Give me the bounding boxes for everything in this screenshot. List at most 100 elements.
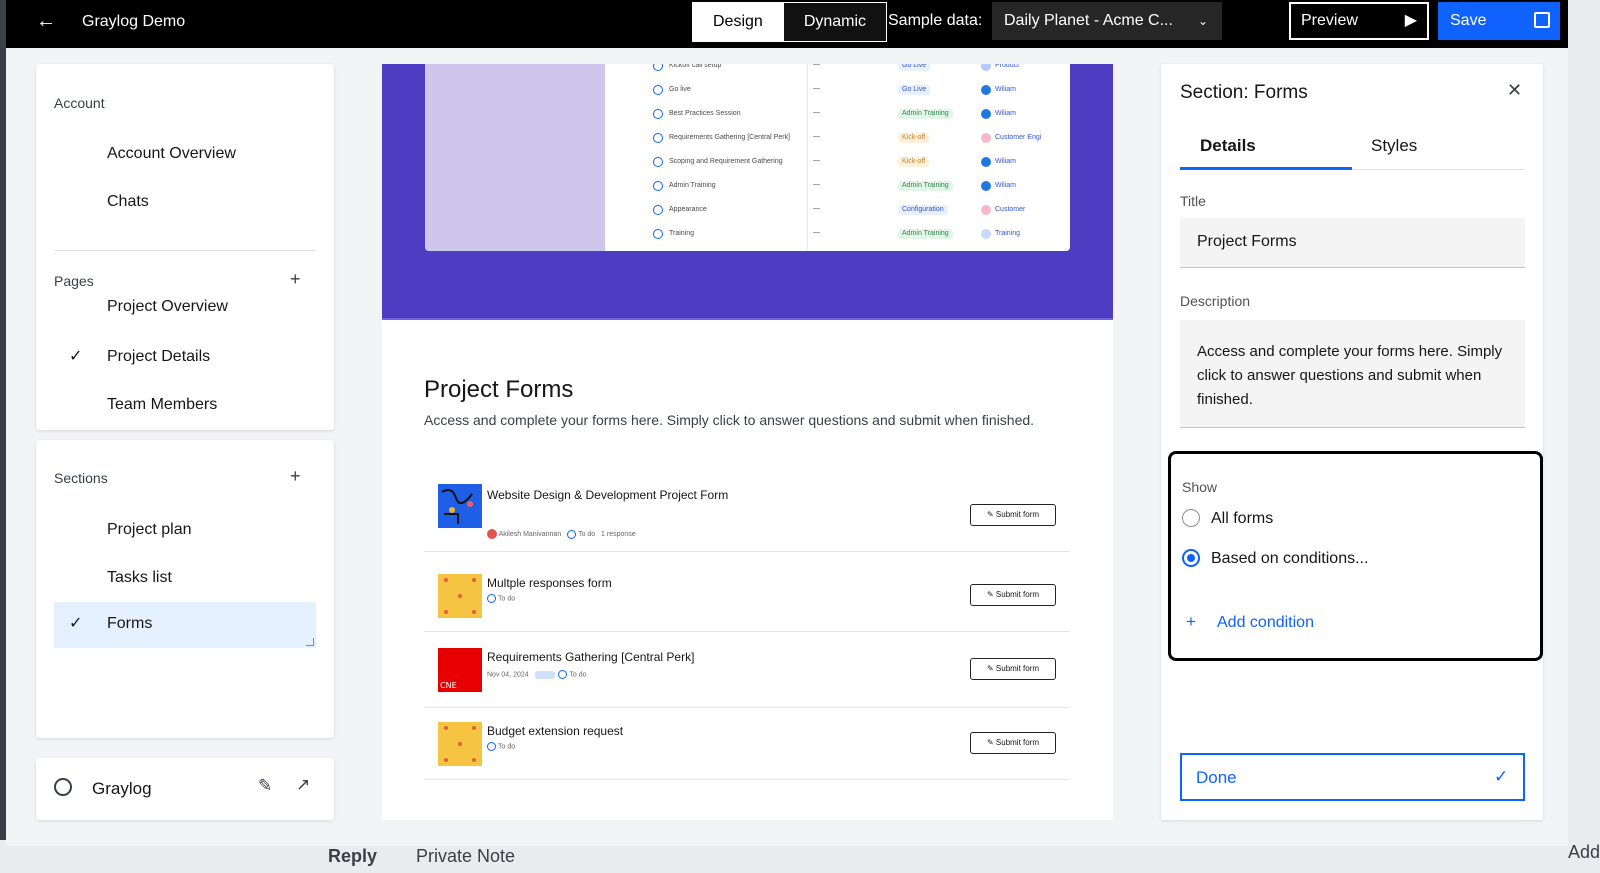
radio-all-forms[interactable] bbox=[1182, 509, 1200, 527]
navigation-panel: Account Account Overview Chats Pages + P… bbox=[36, 64, 334, 430]
form-item: Budget extension request To do ✎ Submit … bbox=[424, 708, 1070, 780]
mini-table-row: Go live — Go Live Wiliam bbox=[653, 85, 1053, 99]
checkmark-icon: ✓ bbox=[1494, 767, 1509, 786]
background-right-strip: Add bbox=[1568, 0, 1600, 873]
form-status: To do bbox=[578, 530, 596, 538]
submit-form-button[interactable]: ✎ Submit form bbox=[970, 584, 1056, 606]
mini-table-row: Best Practices Session — Admin Training Wil… bbox=[653, 109, 1053, 123]
task-tag: Configuration bbox=[898, 205, 948, 215]
forms-section-description: Access and complete your forms here. Sim… bbox=[424, 412, 1035, 428]
status-circle-icon bbox=[558, 670, 568, 679]
pencil-icon[interactable]: ✎ bbox=[258, 776, 272, 796]
form-responses: 1 response bbox=[601, 530, 636, 538]
status-circle-icon bbox=[653, 157, 663, 167]
done-button[interactable]: Done ✓ bbox=[1180, 753, 1525, 801]
workspace-name: Graylog bbox=[92, 779, 152, 798]
description-textarea-value: Access and complete your forms here. Sim… bbox=[1197, 343, 1503, 408]
avatar bbox=[487, 529, 497, 539]
nav-item-forms[interactable]: ✓ Forms bbox=[54, 602, 316, 648]
task-tag: Go Live bbox=[898, 64, 931, 71]
form-meta: To do bbox=[487, 594, 515, 603]
form-meta: Akilesh Manivannan To do 1 response bbox=[487, 529, 636, 539]
page-canvas: Kickoff call setup — Go Live Product Go live… bbox=[382, 64, 1113, 820]
form-meta: To do bbox=[487, 742, 515, 751]
add-page-plus-icon[interactable]: + bbox=[290, 269, 301, 290]
description-textarea[interactable]: Access and complete your forms here. Sim… bbox=[1180, 320, 1525, 428]
task-assignee: Wiliam bbox=[995, 110, 1016, 117]
nav-item-account-overview[interactable]: Account Overview bbox=[54, 132, 316, 178]
task-name: Requirements Gathering [Central Perk] bbox=[669, 134, 790, 141]
task-assignee: Training bbox=[995, 230, 1021, 237]
resize-grip-icon[interactable] bbox=[306, 638, 314, 646]
form-name: Budget extension request bbox=[487, 724, 624, 738]
form-date: Nov 04, 2024 bbox=[487, 671, 529, 679]
hero-section: Kickoff call setup — Go Live Product Go live… bbox=[382, 64, 1113, 320]
nav-item-team-members[interactable]: Team Members bbox=[54, 383, 316, 429]
arrow-left-icon[interactable]: ← bbox=[36, 10, 56, 33]
save-button[interactable]: Save bbox=[1438, 2, 1560, 40]
avatar bbox=[981, 157, 991, 167]
form-status: To do bbox=[498, 743, 516, 751]
status-circle-icon bbox=[653, 85, 663, 95]
task-tag: Admin Training bbox=[898, 109, 953, 119]
form-item: Website Design & Development Project For… bbox=[424, 472, 1070, 552]
builder-app: ← Graylog Demo Design Dynamic Sample dat… bbox=[6, 0, 1568, 846]
tab-styles[interactable]: Styles bbox=[1371, 136, 1417, 156]
submit-form-label: Submit form bbox=[995, 510, 1040, 519]
add-condition-button[interactable]: Add condition bbox=[1217, 614, 1314, 632]
form-name: Requirements Gathering [Central Perk] bbox=[487, 650, 695, 664]
radio-based-on-conditions-label[interactable]: Based on conditions... bbox=[1211, 550, 1368, 568]
arrow-up-right-icon[interactable]: ↗ bbox=[296, 775, 310, 795]
mini-table-row: Appearance — Configuration Customer bbox=[653, 205, 1053, 219]
checkmark-icon: ✓ bbox=[69, 615, 83, 632]
plus-icon: + bbox=[1186, 612, 1196, 631]
task-assignee: Wiliam bbox=[995, 158, 1016, 165]
empty-cell: — bbox=[813, 133, 820, 140]
submit-form-button[interactable]: ✎ Submit form bbox=[970, 504, 1056, 526]
title-input[interactable]: Project Forms bbox=[1180, 218, 1525, 268]
nav-item-tasks-list[interactable]: Tasks list bbox=[54, 556, 316, 602]
submit-form-label: Submit form bbox=[995, 664, 1040, 673]
empty-cell: — bbox=[813, 64, 820, 68]
close-icon[interactable]: ✕ bbox=[1507, 80, 1522, 101]
private-note-tab[interactable]: Private Note bbox=[416, 846, 515, 867]
status-circle-icon bbox=[653, 109, 663, 119]
dynamic-mode-button[interactable]: Dynamic bbox=[782, 3, 887, 41]
task-assignee: Wiliam bbox=[995, 86, 1016, 93]
task-assignee: Wiliam bbox=[995, 182, 1016, 189]
preview-label: Preview bbox=[1301, 12, 1358, 29]
task-name: Go live bbox=[669, 86, 691, 93]
tab-details[interactable]: Details bbox=[1200, 136, 1256, 156]
status-circle-icon bbox=[487, 594, 496, 603]
add-section-plus-icon[interactable]: + bbox=[290, 466, 301, 487]
task-name: Admin Training bbox=[669, 182, 716, 189]
radio-all-forms-label[interactable]: All forms bbox=[1211, 510, 1273, 528]
show-options-group: Show All forms Based on conditions... + … bbox=[1168, 451, 1543, 661]
design-mode-button[interactable]: Design bbox=[693, 3, 783, 41]
reply-tab[interactable]: Reply bbox=[328, 846, 377, 867]
avatar bbox=[981, 133, 991, 143]
title-input-value: Project Forms bbox=[1197, 233, 1297, 250]
nav-item-project-overview-clipped[interactable]: Project Overview bbox=[107, 298, 228, 316]
nav-item-label: Project plan bbox=[107, 521, 192, 538]
tag-badge bbox=[534, 670, 555, 679]
task-tag: Kick-off bbox=[898, 157, 930, 167]
nav-item-project-details[interactable]: ✓ Project Details bbox=[54, 335, 316, 381]
preview-button[interactable]: Preview ▶ bbox=[1289, 2, 1429, 40]
status-circle-icon bbox=[653, 133, 663, 143]
nav-item-chats[interactable]: Chats bbox=[54, 180, 316, 226]
form-item: Multple responses form To do ✎ Submit fo… bbox=[424, 560, 1070, 632]
mode-toggle: Design Dynamic bbox=[692, 2, 888, 42]
project-plan-preview: Kickoff call setup — Go Live Product Go live… bbox=[425, 64, 1070, 251]
sample-data-select[interactable]: Daily Planet - Acme C... ⌄ bbox=[992, 2, 1222, 40]
nav-item-label: Tasks list bbox=[107, 569, 172, 586]
radio-based-on-conditions[interactable] bbox=[1182, 549, 1200, 567]
active-tab-indicator bbox=[1180, 167, 1352, 170]
submit-form-button[interactable]: ✎ Submit form bbox=[970, 658, 1056, 680]
submit-form-button[interactable]: ✎ Submit form bbox=[970, 732, 1056, 754]
add-link[interactable]: Add bbox=[1568, 842, 1600, 863]
nav-item-project-plan[interactable]: Project plan bbox=[54, 508, 316, 554]
description-field-label: Description bbox=[1180, 293, 1251, 309]
task-name: Training bbox=[669, 230, 695, 237]
avatar bbox=[981, 229, 991, 239]
